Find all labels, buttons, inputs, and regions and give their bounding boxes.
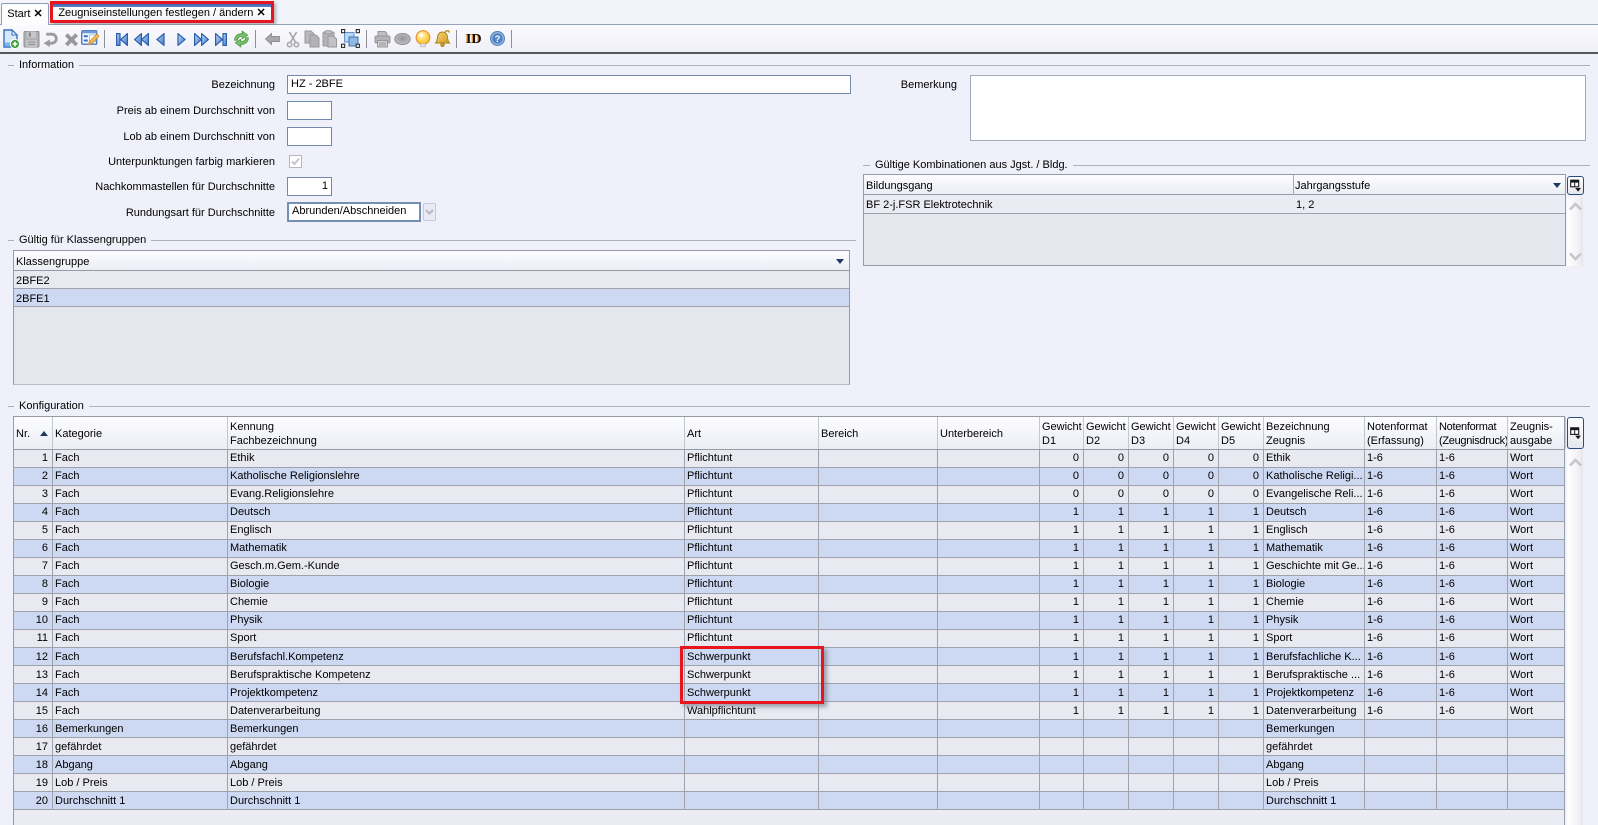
svg-text:?: ? — [494, 34, 500, 45]
